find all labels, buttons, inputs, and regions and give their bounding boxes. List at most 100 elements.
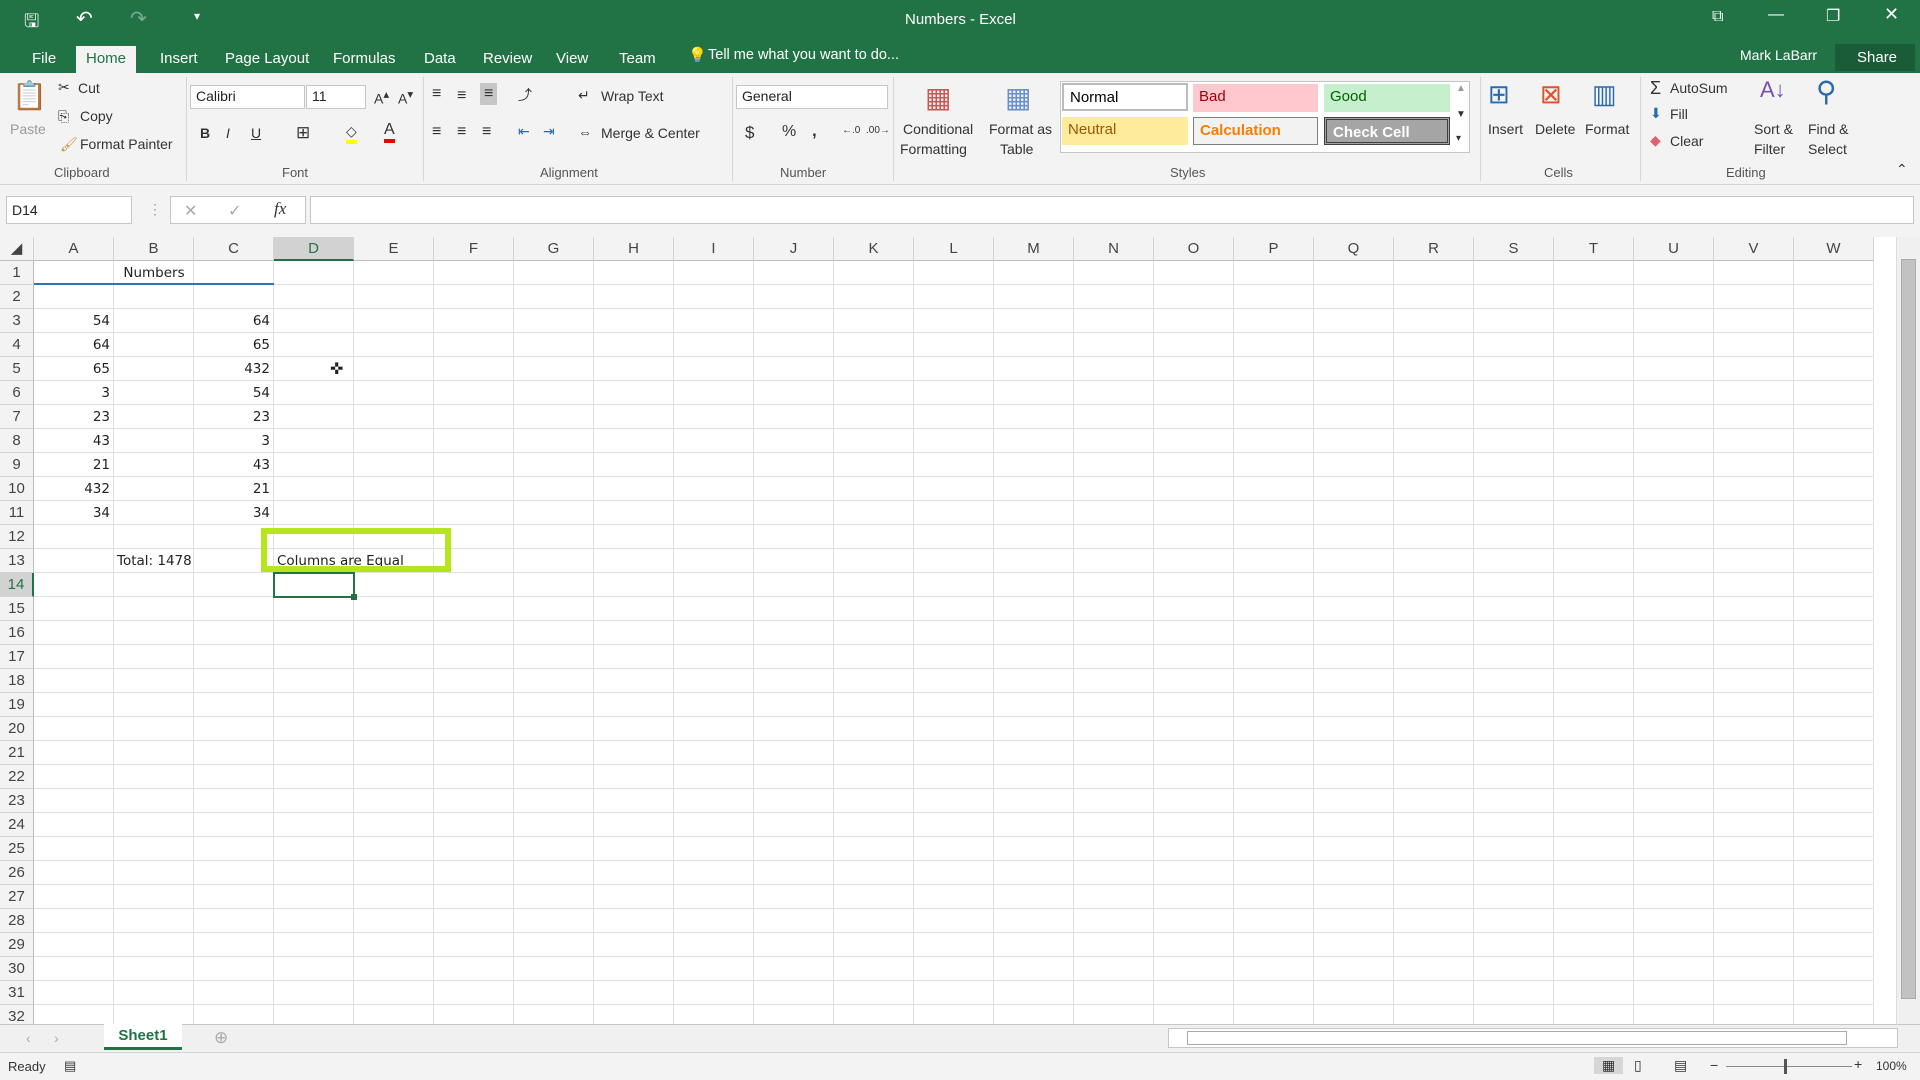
comma-button[interactable]: ,: [812, 121, 817, 141]
cell[interactable]: [1714, 789, 1794, 813]
cell[interactable]: [994, 789, 1074, 813]
cell[interactable]: [834, 453, 914, 477]
find-select-label-1[interactable]: Find &: [1808, 121, 1848, 137]
cell[interactable]: [1394, 957, 1474, 981]
cell[interactable]: [1634, 1005, 1714, 1024]
cell[interactable]: [34, 741, 114, 765]
cell[interactable]: [274, 789, 354, 813]
cell[interactable]: [1714, 429, 1794, 453]
cell[interactable]: [354, 501, 434, 525]
cell[interactable]: [674, 789, 754, 813]
cell[interactable]: [274, 981, 354, 1005]
cell[interactable]: [1634, 405, 1714, 429]
cell[interactable]: [354, 885, 434, 909]
cell[interactable]: [1154, 885, 1234, 909]
borders-icon[interactable]: ⊞: [296, 123, 310, 143]
cell[interactable]: [354, 789, 434, 813]
cell[interactable]: [914, 885, 994, 909]
cell[interactable]: [1314, 933, 1394, 957]
cell[interactable]: [434, 621, 514, 645]
cell[interactable]: [1314, 501, 1394, 525]
cell[interactable]: [1474, 765, 1554, 789]
cell[interactable]: [594, 549, 674, 573]
cell[interactable]: [194, 285, 274, 309]
cell[interactable]: [434, 333, 514, 357]
cell[interactable]: [1474, 909, 1554, 933]
cell[interactable]: [514, 333, 594, 357]
cut-button[interactable]: Cut: [78, 80, 100, 96]
cell[interactable]: [754, 933, 834, 957]
bold-button[interactable]: B: [200, 125, 210, 141]
cell[interactable]: [994, 765, 1074, 789]
sheet-tab-sheet1[interactable]: Sheet1: [104, 1024, 182, 1050]
column-header-L[interactable]: L: [914, 237, 994, 261]
cell[interactable]: [1474, 717, 1554, 741]
style-check-cell[interactable]: Check Cell: [1324, 117, 1450, 145]
cell[interactable]: [114, 765, 194, 789]
cell[interactable]: [1474, 405, 1554, 429]
row-header-14[interactable]: 14: [0, 573, 34, 597]
cell[interactable]: [354, 261, 434, 285]
cell[interactable]: [1474, 309, 1554, 333]
cell[interactable]: [1794, 501, 1874, 525]
cell[interactable]: [1314, 957, 1394, 981]
cell[interactable]: [114, 861, 194, 885]
select-all-corner[interactable]: ◢: [0, 237, 34, 261]
cell[interactable]: [914, 693, 994, 717]
cell[interactable]: [594, 261, 674, 285]
row-header-22[interactable]: 22: [0, 765, 34, 789]
cell[interactable]: [274, 285, 354, 309]
cell[interactable]: [1154, 645, 1234, 669]
cell[interactable]: [754, 405, 834, 429]
cell[interactable]: [1554, 813, 1634, 837]
cell[interactable]: [594, 621, 674, 645]
cell[interactable]: [914, 549, 994, 573]
cell[interactable]: [1394, 333, 1474, 357]
cell[interactable]: [1234, 693, 1314, 717]
name-box[interactable]: D14: [6, 196, 132, 224]
cell[interactable]: [1714, 453, 1794, 477]
cell[interactable]: [1554, 261, 1634, 285]
cell[interactable]: [754, 765, 834, 789]
merge-center-button[interactable]: Merge & Center: [601, 125, 700, 141]
cell[interactable]: [1634, 453, 1714, 477]
cell[interactable]: [594, 429, 674, 453]
cell[interactable]: [674, 861, 754, 885]
cell[interactable]: [354, 477, 434, 501]
cell[interactable]: [914, 957, 994, 981]
cell[interactable]: [194, 621, 274, 645]
row-header-5[interactable]: 5: [0, 357, 34, 381]
cell[interactable]: [674, 837, 754, 861]
row-header-28[interactable]: 28: [0, 909, 34, 933]
cell[interactable]: [1074, 741, 1154, 765]
cell[interactable]: [1074, 333, 1154, 357]
cell[interactable]: [354, 429, 434, 453]
cell[interactable]: [1394, 861, 1474, 885]
cell[interactable]: [114, 453, 194, 477]
cell[interactable]: [834, 333, 914, 357]
cell[interactable]: [434, 981, 514, 1005]
cell[interactable]: [594, 669, 674, 693]
cell[interactable]: [434, 693, 514, 717]
increase-font-icon[interactable]: A▴: [374, 87, 389, 107]
cell[interactable]: [1794, 1005, 1874, 1024]
row-header-1[interactable]: 1: [0, 261, 34, 285]
wrap-text-button[interactable]: Wrap Text: [601, 88, 664, 104]
cell[interactable]: [1074, 453, 1154, 477]
cell[interactable]: [274, 381, 354, 405]
cell[interactable]: [594, 309, 674, 333]
number-format-select[interactable]: General: [736, 85, 888, 109]
cell[interactable]: [1314, 261, 1394, 285]
cell[interactable]: [1234, 477, 1314, 501]
cell[interactable]: [1314, 669, 1394, 693]
cell[interactable]: [1794, 429, 1874, 453]
cell[interactable]: [1474, 261, 1554, 285]
cell[interactable]: [674, 621, 754, 645]
cell[interactable]: [1554, 933, 1634, 957]
cell[interactable]: [994, 333, 1074, 357]
cell[interactable]: [34, 813, 114, 837]
cell[interactable]: [1314, 357, 1394, 381]
cell[interactable]: [514, 453, 594, 477]
cell[interactable]: [34, 669, 114, 693]
cell[interactable]: [1714, 597, 1794, 621]
